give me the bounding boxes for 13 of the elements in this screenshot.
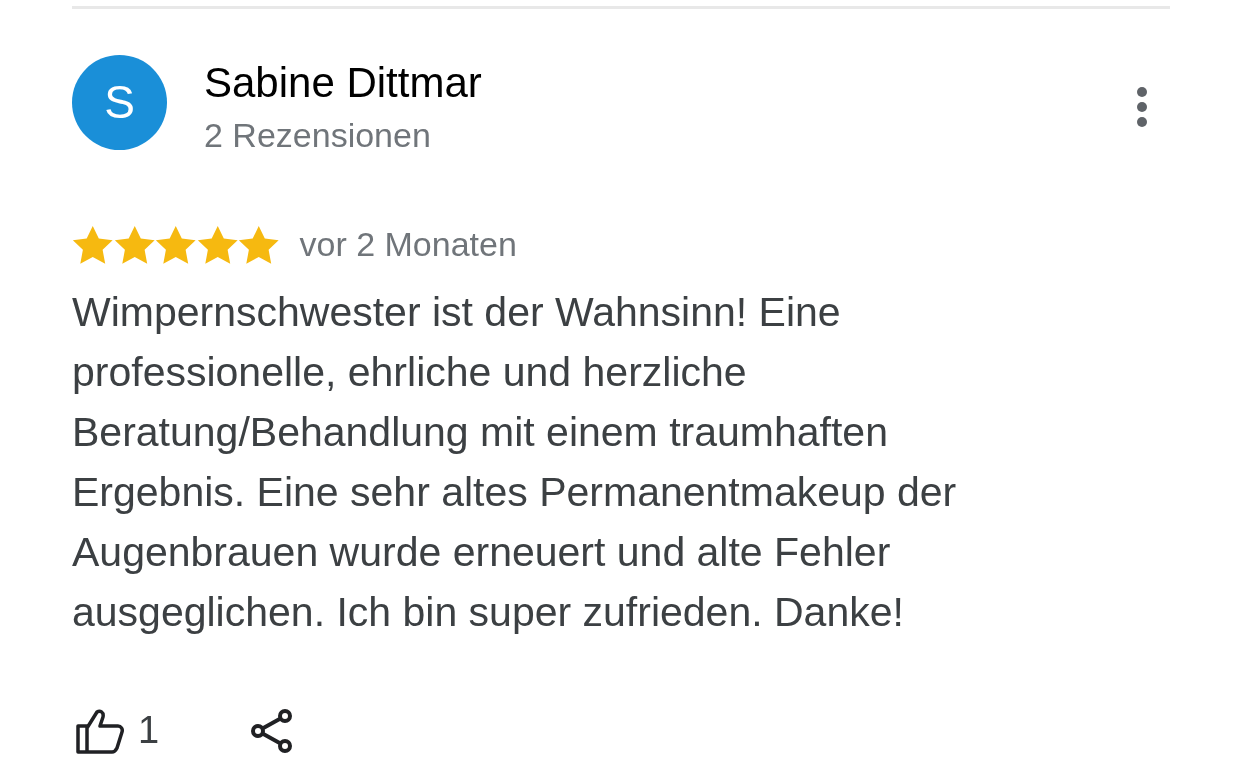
review-text: Wimpernschwester ist der Wahnsinn! Eine professionelle, ehrliche und herzliche Beratung/Behandlung mit einem traumhaften Ergebnis. Eine sehr altes Permanentmakeup der Augenbrauen wurde erneuert und alte Fehler ausgeglichen. Ich bin super zufrieden. Danke!	[72, 288, 958, 637]
star-icon	[155, 224, 197, 265]
star-icon	[113, 224, 155, 265]
review-time: vor 2 Monaten	[299, 224, 517, 265]
avatar: S	[72, 55, 167, 150]
like-button[interactable]: 1	[76, 702, 160, 759]
more-icon	[1136, 86, 1148, 128]
review-count: 2 Rezensionen	[204, 115, 432, 155]
star-icon	[238, 224, 280, 265]
thumbs-up-icon	[76, 707, 124, 754]
star-icon	[196, 224, 238, 265]
author-name[interactable]: Sabine Dittmar	[204, 59, 482, 107]
star-icon	[72, 224, 114, 265]
